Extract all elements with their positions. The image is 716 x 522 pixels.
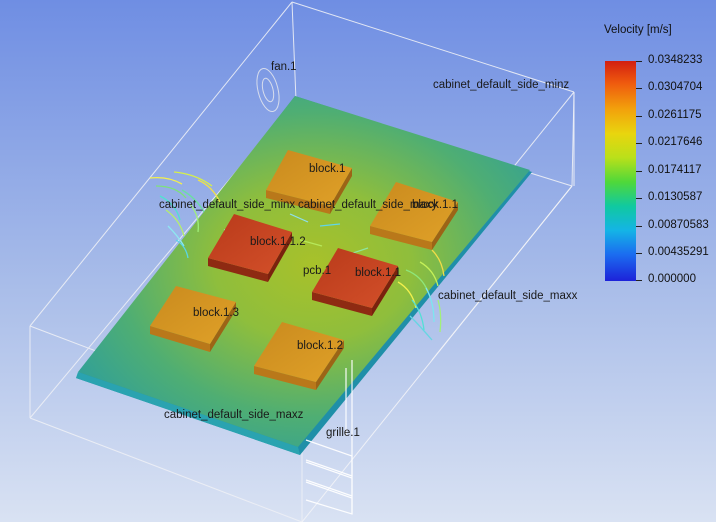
side-minz-label: cabinet_default_side_minz xyxy=(433,79,570,91)
fan-outline[interactable] xyxy=(253,66,283,114)
legend-tick xyxy=(636,61,642,62)
block-1-1-label: block.1.1 xyxy=(355,267,402,279)
legend-tick-label: 0.0130587 xyxy=(648,191,703,203)
legend-tick xyxy=(636,171,642,172)
legend-tick xyxy=(636,116,642,117)
legend-tick-label: 0.000000 xyxy=(648,273,696,285)
block-1-1-1-label: block.1.1 xyxy=(412,199,459,211)
legend-tick xyxy=(636,280,642,281)
legend-tick-label: 0.0174117 xyxy=(648,164,702,176)
block-1-3-label: block.1.3 xyxy=(193,307,240,319)
side-minx-label: cabinet_default_side_minx xyxy=(159,199,296,211)
legend-colorbar xyxy=(605,61,636,281)
block-1-1-2-label: block.1.1.2 xyxy=(250,236,306,248)
legend-tick xyxy=(636,198,642,199)
legend-tick xyxy=(636,226,642,227)
legend-tick-label: 0.00435291 xyxy=(648,246,709,258)
legend-tick xyxy=(636,253,642,254)
legend-tick-label: 0.0261175 xyxy=(648,109,702,121)
legend-tick-label: 0.0348233 xyxy=(648,54,703,66)
side-maxz-label: cabinet_default_side_maxz xyxy=(164,409,304,421)
legend-title: Velocity [m/s] xyxy=(604,24,672,36)
pcb-label: pcb.1 xyxy=(303,265,332,277)
side-maxx-label: cabinet_default_side_maxx xyxy=(438,290,578,302)
legend-tick-label: 0.00870583 xyxy=(648,219,709,231)
grille-label: grille.1 xyxy=(326,427,360,439)
fan-label: fan.1 xyxy=(271,61,297,73)
legend-tick-label: 0.0304704 xyxy=(648,81,703,93)
legend-tick xyxy=(636,143,642,144)
block-1-label: block.1 xyxy=(309,163,346,175)
legend-tick-label: 0.0217646 xyxy=(648,136,703,148)
block-1-2-label: block.1.2 xyxy=(297,340,344,352)
legend-tick xyxy=(636,88,642,89)
viewport[interactable]: fan.1 cabinet_default_side_minz block.1 … xyxy=(0,0,716,522)
